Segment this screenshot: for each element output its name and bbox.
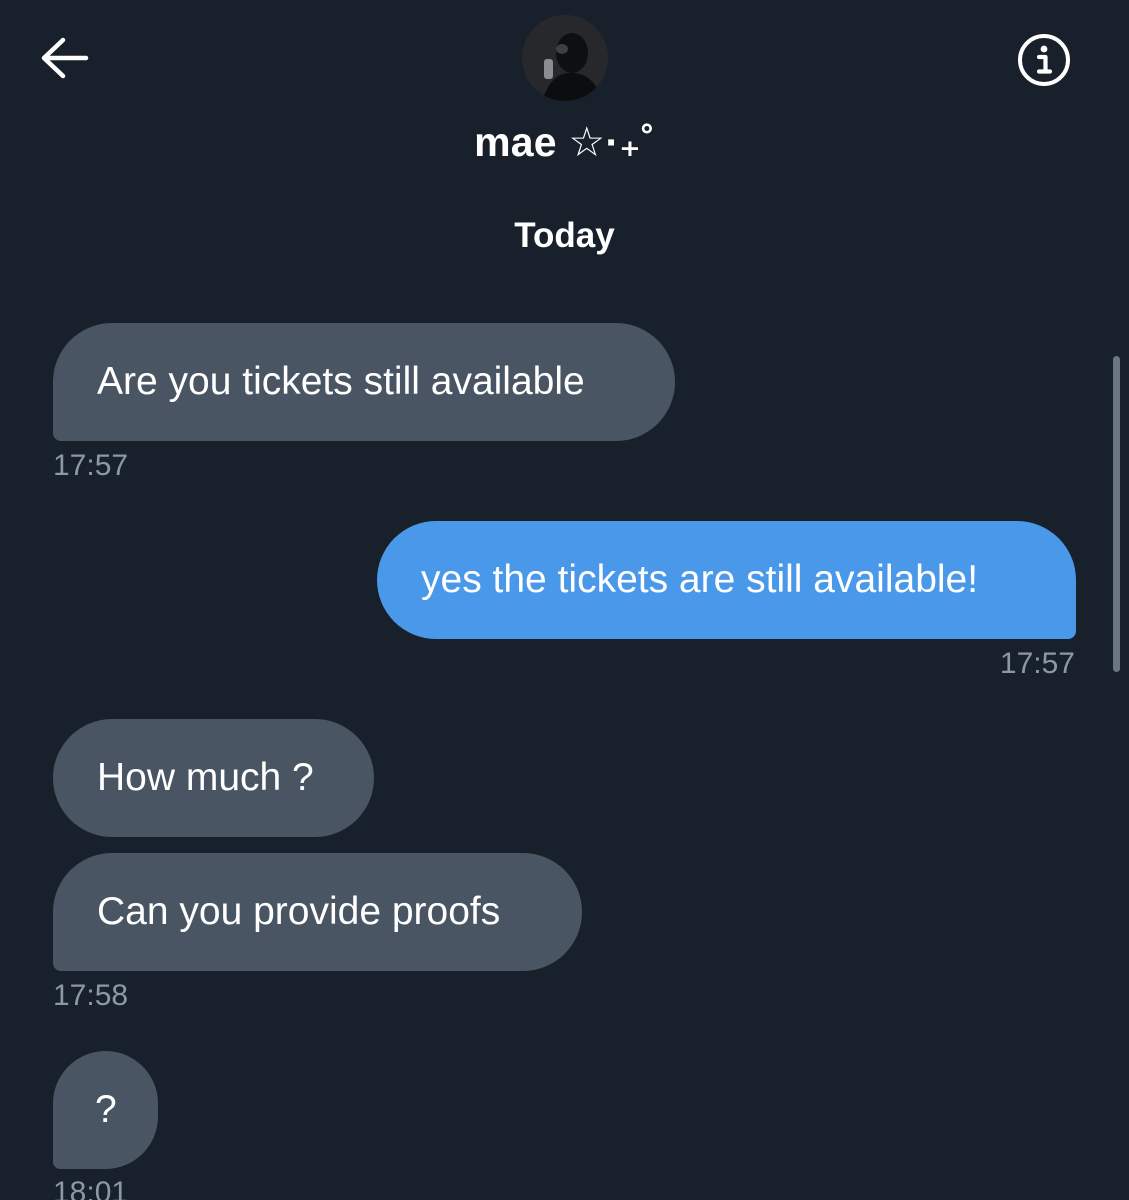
- message-text: Are you tickets still available: [97, 360, 585, 403]
- message-timestamp: 17:58: [53, 979, 129, 1012]
- message-bubble-incoming[interactable]: How much ?: [53, 719, 374, 837]
- message-bubble-incoming[interactable]: Can you provide proofs: [53, 853, 582, 971]
- message-bubble-incoming[interactable]: ?: [53, 1051, 158, 1169]
- message-text: yes the tickets are still available!: [421, 558, 979, 601]
- message-bubble-outgoing[interactable]: yes the tickets are still available!: [377, 521, 1076, 639]
- avatar[interactable]: [522, 15, 608, 101]
- message-timestamp: 17:57: [999, 647, 1075, 680]
- back-button[interactable]: [36, 32, 92, 84]
- dm-conversation-screen: mae ☆·₊˚ Today Are you tickets still ava…: [0, 0, 1129, 1200]
- message-timestamp: 17:57: [53, 449, 129, 482]
- date-separator: Today: [514, 216, 615, 255]
- message-text: Can you provide proofs: [97, 890, 501, 933]
- message-timestamp: 18:01: [53, 1176, 129, 1200]
- scrollbar[interactable]: [1113, 356, 1120, 672]
- info-circle-icon: [1018, 34, 1070, 86]
- arrow-left-icon: [41, 37, 89, 79]
- message-text: How much ?: [97, 756, 314, 799]
- message-text: ?: [95, 1088, 117, 1131]
- info-button[interactable]: [1014, 30, 1074, 90]
- contact-name[interactable]: mae ☆·₊˚: [0, 118, 1129, 166]
- message-bubble-incoming[interactable]: Are you tickets still available: [53, 323, 675, 441]
